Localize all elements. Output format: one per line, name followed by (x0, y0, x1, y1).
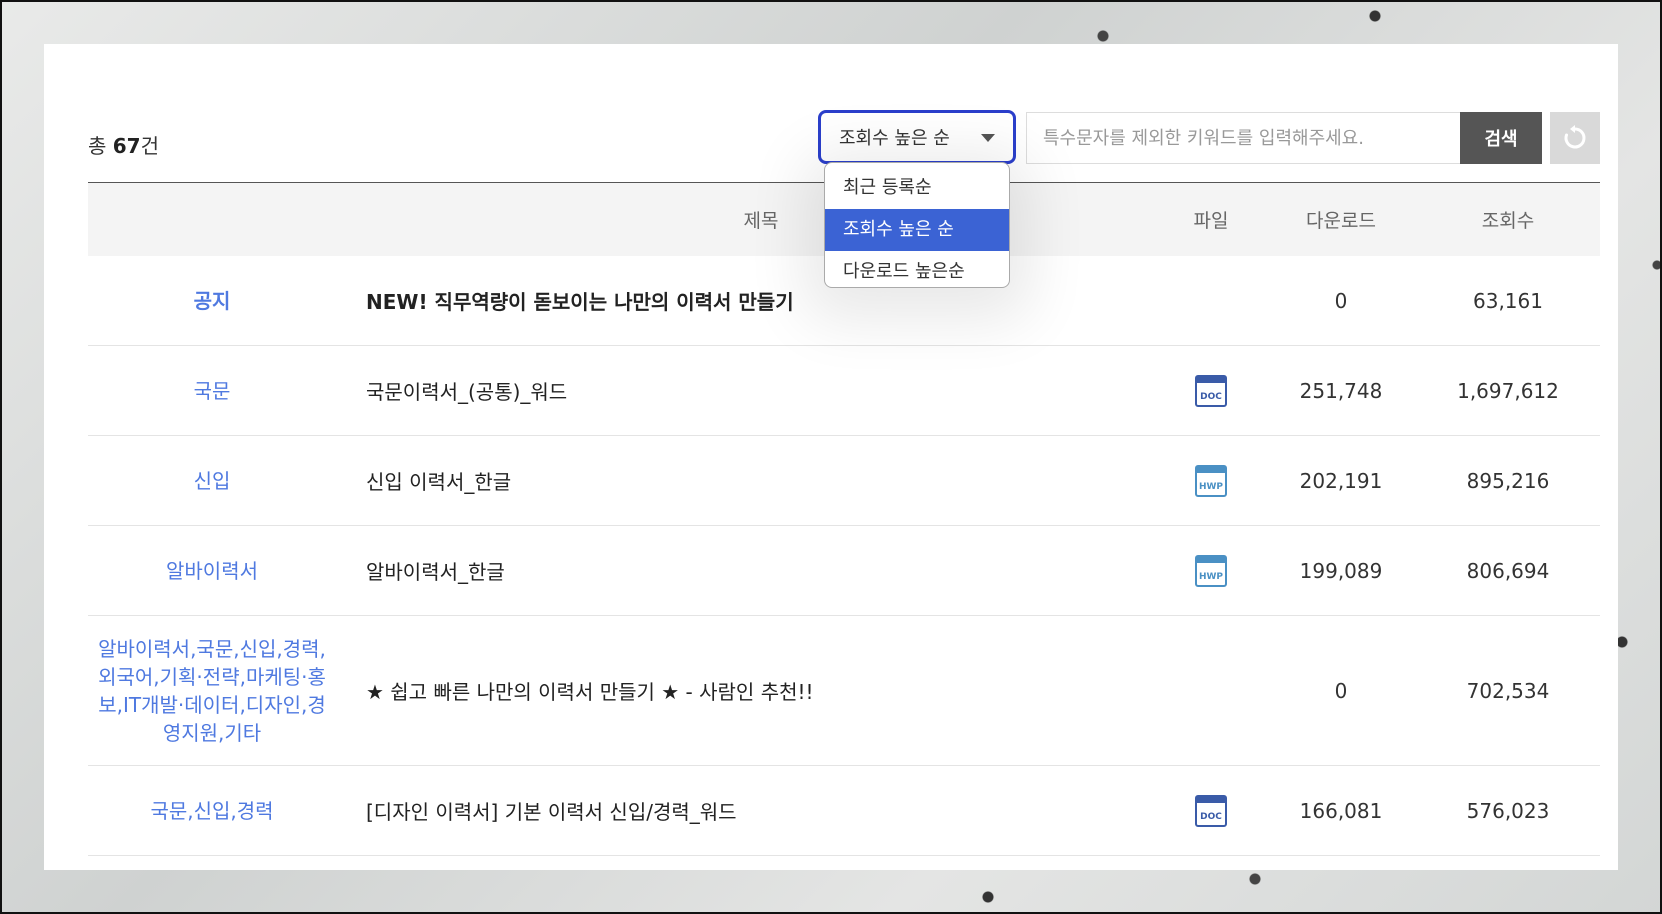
row-file: DOC (1156, 794, 1266, 827)
row-downloads: 251,748 (1299, 378, 1383, 403)
resume-template-panel: 총 67건 조회수 높은 순 검색 최근 등록순 조회수 높은 순 다운로드 높… (44, 44, 1618, 870)
row-title[interactable]: 국문이력서_(공통)_워드 (336, 376, 1156, 405)
row-views: 702,534 (1466, 678, 1550, 703)
table-row: 국문 국문이력서_(공통)_워드 DOC 251,748 1,697,612 (88, 346, 1600, 436)
row-title[interactable]: [디자인 이력서] 기본 이력서 신입/경력_워드 (336, 796, 1156, 825)
row-title[interactable]: 신입 이력서_한글 (336, 466, 1156, 495)
doc-icon[interactable]: DOC (1195, 794, 1227, 827)
row-downloads: 199,089 (1299, 558, 1383, 583)
header-views: 조회수 (1481, 210, 1535, 232)
row-category[interactable]: 신입 (88, 467, 336, 495)
table-row: 알바이력서 알바이력서_한글 HWP 199,089 806,694 (88, 526, 1600, 616)
sort-option-recent[interactable]: 최근 등록순 (825, 167, 1009, 209)
row-file: HWP (1156, 464, 1266, 497)
search-input[interactable] (1026, 112, 1462, 164)
row-file: HWP (1156, 554, 1266, 587)
svg-text:DOC: DOC (1200, 392, 1222, 402)
row-category[interactable]: 공지 (88, 287, 336, 315)
header-downloads: 다운로드 (1306, 210, 1376, 232)
sort-select[interactable]: 조회수 높은 순 (818, 110, 1016, 164)
doc-icon[interactable]: DOC (1195, 374, 1227, 407)
search-button[interactable]: 검색 (1460, 112, 1542, 164)
row-downloads: 0 (1334, 678, 1348, 703)
row-views: 576,023 (1466, 798, 1550, 823)
table-row: 국문,신입,경력 [디자인 이력서] 기본 이력서 신입/경력_워드 DOC 1… (88, 766, 1600, 856)
row-category[interactable]: 국문 (88, 377, 336, 405)
row-downloads: 166,081 (1299, 798, 1383, 823)
row-views: 895,216 (1466, 468, 1550, 493)
row-views: 806,694 (1466, 558, 1550, 583)
row-category[interactable]: 국문,신입,경력 (88, 797, 336, 825)
total-count: 총 67건 (88, 134, 160, 158)
row-category[interactable]: 알바이력서 (88, 557, 336, 585)
row-views: 1,697,612 (1457, 378, 1559, 403)
row-title[interactable]: ★ 쉽고 빠른 나만의 이력서 만들기 ★ - 사람인 추천!! (336, 676, 1156, 705)
chevron-down-icon (981, 134, 995, 142)
row-downloads: 0 (1334, 288, 1348, 313)
row-title[interactable]: 알바이력서_한글 (336, 556, 1156, 585)
table-row: 신입 신입 이력서_한글 HWP 202,191 895,216 (88, 436, 1600, 526)
sort-option-downloads[interactable]: 다운로드 높은순 (825, 251, 1009, 293)
sort-selected-label: 조회수 높은 순 (839, 128, 950, 149)
header-file: 파일 (1193, 210, 1229, 232)
total-count-number: 67 (112, 134, 141, 158)
header-title: 제목 (743, 210, 779, 232)
hwp-icon[interactable]: HWP (1195, 554, 1227, 587)
refresh-icon (1564, 125, 1586, 149)
row-views: 63,161 (1473, 288, 1543, 313)
row-title[interactable]: NEW! 직무역량이 돋보이는 나만의 이력서 만들기 (336, 286, 1156, 315)
svg-text:HWP: HWP (1199, 482, 1223, 492)
reset-button[interactable] (1550, 112, 1600, 164)
svg-text:DOC: DOC (1200, 812, 1222, 822)
sort-dropdown-menu: 최근 등록순 조회수 높은 순 다운로드 높은순 (824, 162, 1010, 288)
row-downloads: 202,191 (1299, 468, 1383, 493)
row-file: DOC (1156, 374, 1266, 407)
svg-text:HWP: HWP (1199, 572, 1223, 582)
sort-option-views[interactable]: 조회수 높은 순 (825, 209, 1009, 251)
row-category[interactable]: 알바이력서,국문,신입,경력,외국어,기획·전략,마케팅·홍보,IT개발·데이터… (88, 635, 336, 747)
table-row: 알바이력서,국문,신입,경력,외국어,기획·전략,마케팅·홍보,IT개발·데이터… (88, 616, 1600, 766)
hwp-icon[interactable]: HWP (1195, 464, 1227, 497)
